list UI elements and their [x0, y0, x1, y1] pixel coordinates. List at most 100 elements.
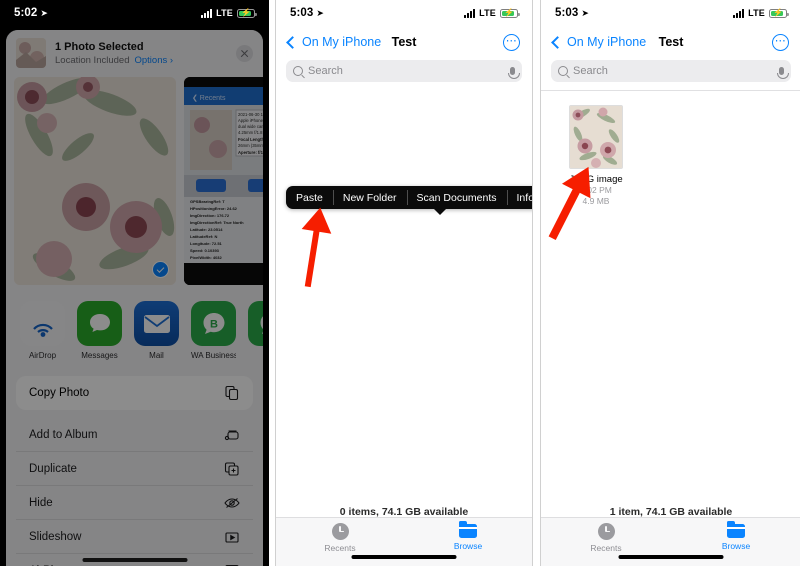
- copy-icon: [224, 385, 240, 401]
- search-area-3: Search: [541, 58, 800, 90]
- action-label: Slideshow: [29, 530, 82, 543]
- photo-selected-badge: [152, 261, 169, 278]
- options-link[interactable]: Options ›: [134, 55, 173, 66]
- svg-text:Focal Length:: Focal Length:: [238, 137, 263, 142]
- battery-icon: ⚡: [237, 8, 257, 18]
- home-indicator-2: [351, 555, 457, 559]
- mail-icon: [134, 301, 179, 346]
- copy-photo-action[interactable]: Copy Photo: [16, 376, 253, 410]
- home-indicator-3: [618, 555, 724, 559]
- context-menu-item-new-folder[interactable]: New Folder: [332, 186, 407, 209]
- svg-text:2021-06-30 16:52:1: 2021-06-30 16:52:1: [238, 112, 263, 117]
- signal-bars-icon: [464, 8, 476, 18]
- battery-icon: ⚡: [769, 8, 789, 18]
- status-time: 5:02: [14, 7, 38, 19]
- whatsapp-business-icon: B: [191, 301, 236, 346]
- network-label: LTE: [216, 8, 233, 18]
- folder-title: Test: [658, 35, 684, 49]
- microphone-icon[interactable]: [776, 67, 789, 79]
- files-tabbar-2: Recents Browse: [276, 517, 532, 566]
- back-label: On My iPhone: [302, 35, 382, 49]
- back-button[interactable]: On My iPhone: [286, 35, 382, 49]
- share-actions-list: Add to Album Duplicate Hide Slideshow: [16, 418, 253, 566]
- status-bar-2: 5:03 ➤ LTE ⚡: [276, 0, 532, 26]
- photo-preview-screenshot[interactable]: ❮ Recents 2021-06-30 16:52:1 Apple iPhon…: [184, 77, 263, 285]
- status-bar-1: 5:02 ➤ LTE ⚡: [0, 0, 269, 26]
- status-indicators: LTE ⚡: [464, 8, 520, 18]
- back-label: On My iPhone: [567, 35, 647, 49]
- messages-icon: [77, 301, 122, 346]
- svg-text:LatitudeRef: N: LatitudeRef: N: [190, 234, 217, 239]
- action-slideshow[interactable]: Slideshow: [16, 520, 253, 554]
- location-arrow-icon: ➤: [40, 7, 48, 18]
- search-icon: [558, 66, 568, 76]
- svg-text:Aperture: f/1.8: Aperture: f/1.8: [238, 150, 263, 155]
- search-input[interactable]: Search: [551, 60, 791, 82]
- files-navbar-2: On My iPhone Test ⋯: [276, 26, 532, 58]
- share-app-mail[interactable]: Mail: [134, 301, 179, 360]
- svg-text:dual wide camera: dual wide camera: [238, 124, 263, 129]
- status-time: 5:03: [555, 7, 579, 19]
- search-placeholder: Search: [573, 65, 608, 77]
- share-app-label: AirDrop: [28, 351, 57, 360]
- network-label: LTE: [748, 8, 765, 18]
- signal-bars-icon: [201, 8, 213, 18]
- battery-icon: ⚡: [500, 8, 520, 18]
- svg-text:GPSBearingRef: T: GPSBearingRef: T: [190, 199, 225, 204]
- folder-icon: [727, 521, 745, 538]
- files-navbar-3: On My iPhone Test ⋯: [541, 26, 800, 58]
- arrow-to-jpeg-image: [548, 166, 591, 241]
- share-app-label: Messages: [81, 351, 118, 360]
- more-options-icon[interactable]: ⋯: [503, 33, 520, 51]
- back-button[interactable]: On My iPhone: [551, 35, 647, 49]
- action-hide[interactable]: Hide: [16, 486, 253, 520]
- svg-text:ImgDirectionRef: True North: ImgDirectionRef: True North: [190, 220, 244, 225]
- home-indicator-1: [82, 558, 187, 562]
- selected-photo-thumbnail: [16, 38, 46, 68]
- context-menu-item-info[interactable]: Info: [506, 186, 532, 209]
- action-add-to-album[interactable]: Add to Album: [16, 418, 253, 452]
- duplicate-icon: [224, 461, 240, 477]
- search-icon: [293, 66, 303, 76]
- microphone-icon[interactable]: [507, 67, 520, 79]
- tab-label: Browse: [721, 541, 751, 551]
- more-options-icon[interactable]: ⋯: [772, 33, 789, 51]
- add-to-album-icon: [224, 427, 240, 443]
- tab-label: Recents: [590, 542, 622, 553]
- svg-text:Latitude: 23.0514: Latitude: 23.0514: [190, 227, 223, 232]
- panel-photos-share-sheet: 5:02 ➤ LTE ⚡ 1 Photo Selected Location I…: [0, 0, 269, 566]
- svg-text:Longitude: 72.51: Longitude: 72.51: [190, 241, 223, 246]
- location-included-label: Location Included: [55, 54, 130, 66]
- copy-photo-label: Copy Photo: [29, 387, 90, 399]
- clock-icon: [597, 522, 615, 540]
- svg-text:Speed: 0.10393: Speed: 0.10393: [190, 248, 220, 253]
- tab-label: Recents: [324, 542, 356, 553]
- context-menu-item-scan-documents[interactable]: Scan Documents: [406, 186, 507, 209]
- tab-label: Browse: [453, 541, 483, 551]
- action-duplicate[interactable]: Duplicate: [16, 452, 253, 486]
- svg-text:HPositioningError: 24.62: HPositioningError: 24.62: [190, 206, 238, 211]
- share-app-messages[interactable]: Messages: [77, 301, 122, 360]
- share-app-label: Wh: [248, 351, 263, 360]
- search-input[interactable]: Search: [286, 60, 522, 82]
- action-label: Hide: [29, 496, 53, 509]
- svg-text:ImgDirection: 176.72: ImgDirection: 176.72: [190, 213, 230, 218]
- svg-text:❮ Recents: ❮ Recents: [192, 94, 226, 102]
- status-indicators: LTE ⚡: [201, 8, 257, 18]
- svg-text:PixelWidth: 4032: PixelWidth: 4032: [190, 255, 223, 260]
- close-icon[interactable]: [236, 44, 253, 62]
- svg-text:26mm (35mm eq.): 26mm (35mm eq.): [238, 143, 263, 148]
- share-apps-row: AirDrop Messages Mail B WA Business: [6, 287, 263, 366]
- selected-photos-row: ❮ Recents 2021-06-30 16:52:1 Apple iPhon…: [6, 77, 263, 287]
- location-arrow-icon: ➤: [316, 7, 324, 18]
- status-bar-3: 5:03 ➤ LTE ⚡: [541, 0, 800, 26]
- clock-icon: [331, 522, 349, 540]
- share-app-airdrop[interactable]: AirDrop: [20, 301, 65, 360]
- location-arrow-icon: ➤: [581, 7, 589, 18]
- photo-preview-floral[interactable]: [14, 77, 176, 285]
- whatsapp-icon: [248, 301, 263, 346]
- files-tabbar-3: Recents Browse: [541, 517, 800, 566]
- share-app-whatsapp[interactable]: Wh: [248, 301, 263, 360]
- share-app-wa-business[interactable]: B WA Business: [191, 301, 236, 360]
- slideshow-play-icon: [224, 529, 240, 545]
